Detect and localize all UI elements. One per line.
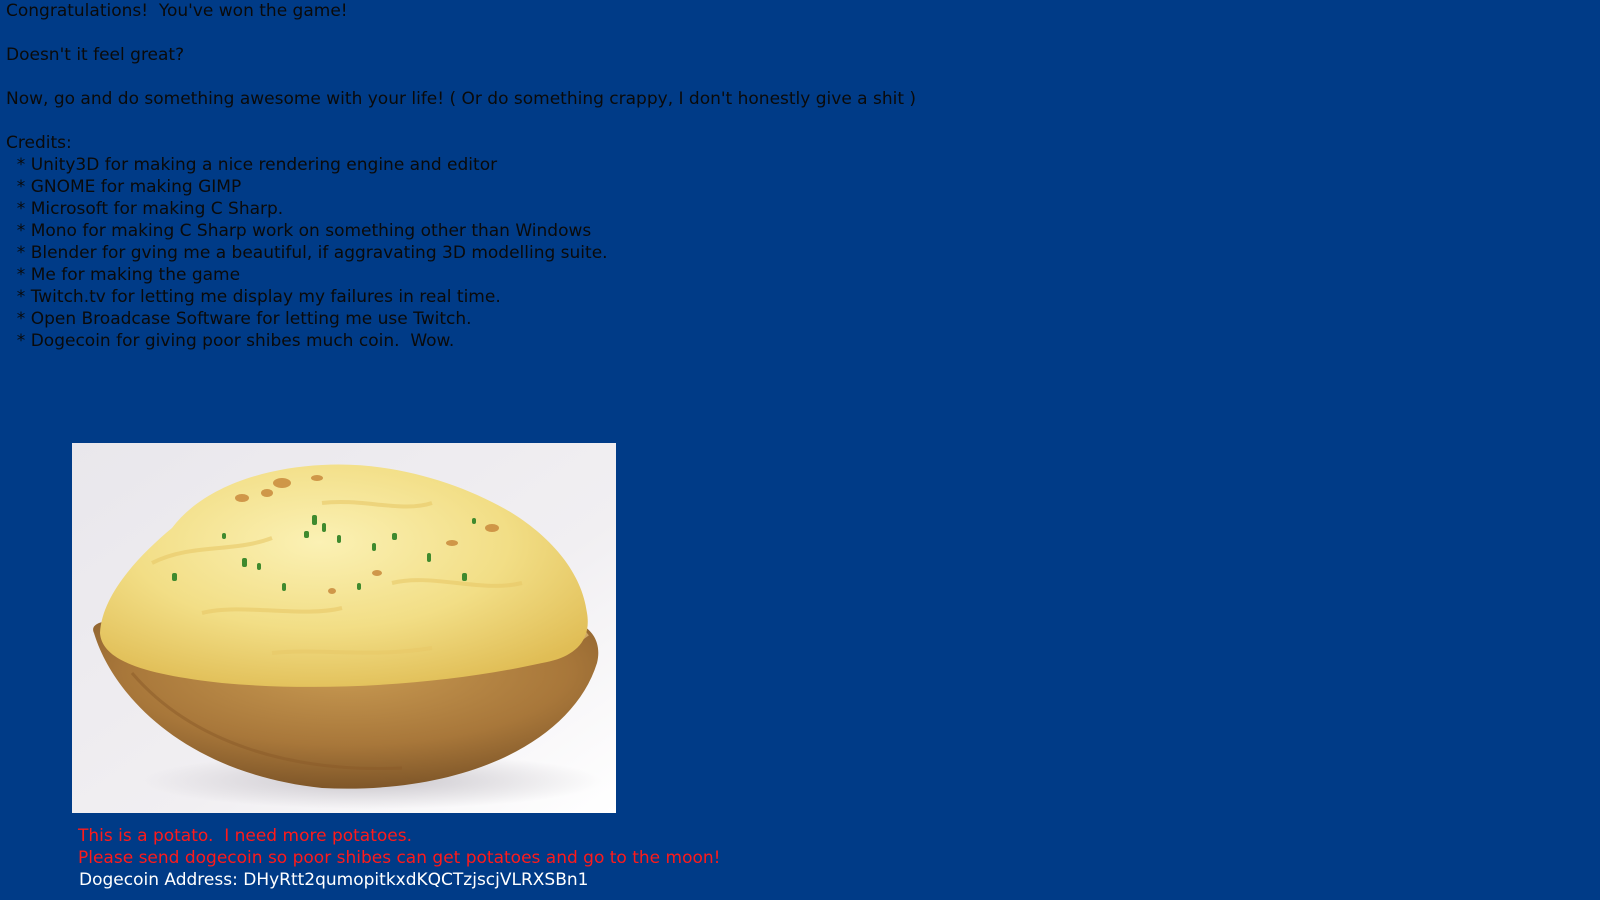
credit-item: * Twitch.tv for letting me display my fa… <box>6 287 501 307</box>
feel-great-text: Doesn't it feel great? <box>6 45 185 65</box>
credits-heading: Credits: <box>6 133 72 153</box>
now-go-text: Now, go and do something awesome with yo… <box>6 89 917 109</box>
credit-item: * GNOME for making GIMP <box>6 177 242 197</box>
dogecoin-address: Dogecoin Address: DHyRtt2qumopitkxdKQCTz… <box>79 870 589 890</box>
credit-item: * Unity3D for making a nice rendering en… <box>6 155 498 175</box>
potato-caption-line2: Please send dogecoin so poor shibes can … <box>78 848 721 868</box>
potato-image <box>72 443 616 813</box>
credit-item: * Mono for making C Sharp work on someth… <box>6 221 592 241</box>
congrats-text: Congratulations! You've won the game! <box>6 1 348 21</box>
credit-item: * Microsoft for making C Sharp. <box>6 199 284 219</box>
credit-item: * Dogecoin for giving poor shibes much c… <box>6 331 455 351</box>
potato-caption-line1: This is a potato. I need more potatoes. <box>78 826 413 846</box>
credit-item: * Open Broadcase Software for letting me… <box>6 309 472 329</box>
credit-item: * Blender for gving me a beautiful, if a… <box>6 243 608 263</box>
credit-item: * Me for making the game <box>6 265 241 285</box>
